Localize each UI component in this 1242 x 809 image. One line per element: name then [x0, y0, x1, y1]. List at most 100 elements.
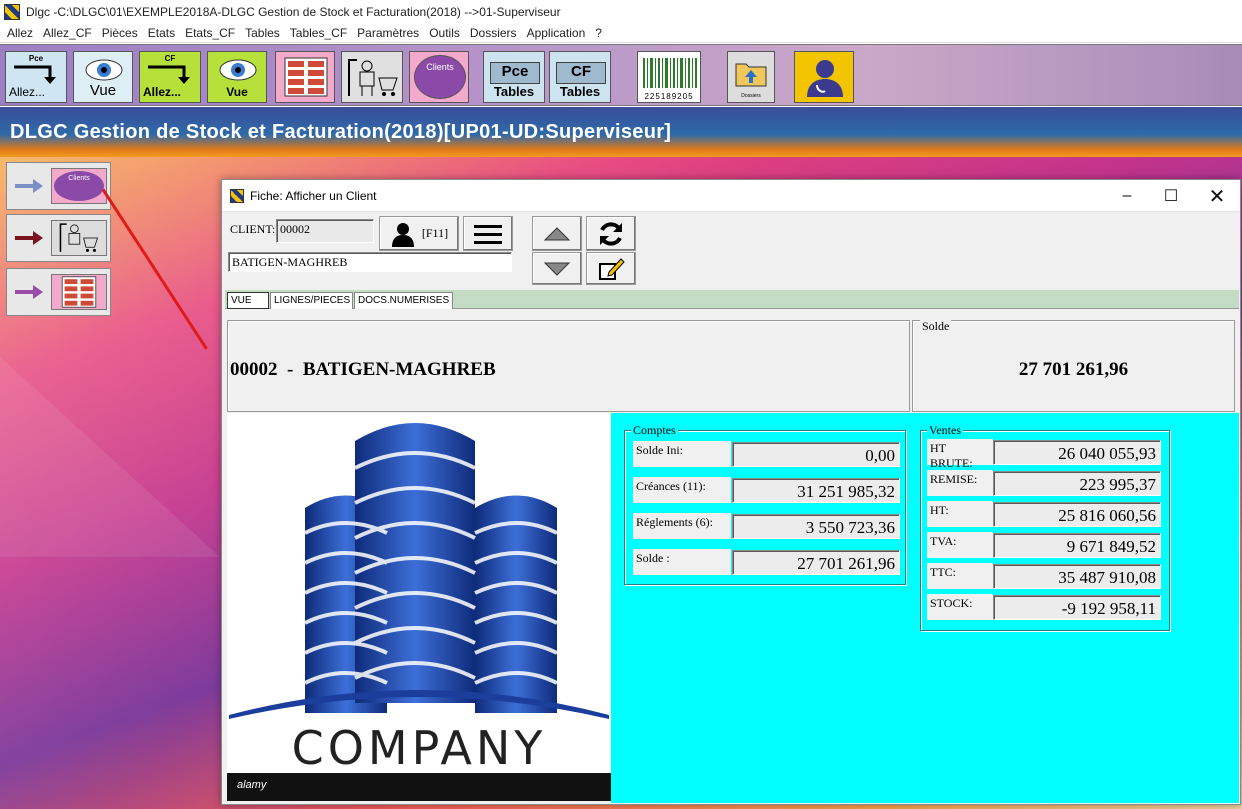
- allez-pieces-button[interactable]: Pce Allez...: [5, 51, 67, 103]
- comptes-value-reglements: 3 550 723,36: [732, 514, 900, 539]
- app-icon: [4, 3, 20, 20]
- arrow-right-icon: [15, 285, 43, 299]
- refresh-button[interactable]: [586, 216, 636, 251]
- ventes-label-ttc: TTC:: [927, 563, 993, 589]
- tab-bar: VUE LIGNES/PIECES DOCS.NUMERISES: [225, 290, 1239, 309]
- toolbar: Pce Allez... Vue CF Allez... Vue Clients…: [0, 44, 1242, 106]
- ventes-value-ttc: 35 487 910,08: [993, 564, 1161, 589]
- ventes-label-ht-brute: HT BRUTE:: [927, 439, 993, 470]
- menu-tables-cf[interactable]: Tables_CF: [285, 26, 352, 40]
- arrow-down-right-icon: [14, 65, 56, 84]
- f11-label: [F11]: [421, 226, 449, 240]
- arrow-right-icon: [15, 179, 43, 193]
- barcode-icon: [643, 58, 697, 88]
- menu-etats[interactable]: Etats: [143, 26, 180, 40]
- client-label: CLIENT:: [230, 222, 276, 236]
- background-facet: [0, 357, 220, 557]
- dossiers-button[interactable]: Dossiers: [727, 51, 775, 103]
- tables-grid-button[interactable]: [275, 51, 335, 103]
- menu-allez-cf[interactable]: Allez_CF: [38, 26, 97, 40]
- side-clients-button[interactable]: Clients: [6, 162, 111, 210]
- tab-docs-numerises[interactable]: DOCS.NUMERISES: [354, 292, 453, 309]
- ventes-group: Ventes HT BRUTE: 26 040 055,93 REMISE: 2…: [920, 423, 1170, 631]
- cf-tables-button[interactable]: CF Tables: [549, 51, 611, 103]
- ventes-value-tva: 9 671 849,52: [993, 533, 1161, 558]
- tab-vue[interactable]: VUE: [227, 292, 269, 309]
- solde-legend: Solde: [920, 319, 952, 334]
- next-record-button[interactable]: [532, 252, 582, 285]
- doctor-user-icon: [807, 60, 843, 97]
- menu-application[interactable]: Application: [522, 26, 591, 40]
- side-fournisseur-button[interactable]: [6, 214, 111, 262]
- allez-pieces-sublabel: Pce: [28, 54, 44, 63]
- ventes-value-remise: 223 995,37: [993, 471, 1161, 496]
- fournisseur-caddy-button[interactable]: [341, 51, 403, 103]
- header-title: DLGC Gestion de Stock et Facturation(201…: [10, 121, 672, 143]
- menu-button[interactable]: [463, 216, 513, 251]
- refresh-icon: [600, 221, 622, 246]
- menu-outils[interactable]: Outils: [424, 26, 465, 40]
- client-code-field[interactable]: 00002: [276, 219, 374, 243]
- menu-tables[interactable]: Tables: [240, 26, 285, 40]
- stats-area: Comptes Solde Ini: 0,00 Créances (11): 3…: [611, 413, 1239, 803]
- comptes-label-solde: Solde :: [633, 549, 731, 575]
- eye-icon: [219, 59, 257, 81]
- maximize-icon[interactable]: ☐: [1148, 180, 1194, 212]
- table-grid-icon: [284, 57, 328, 97]
- ventes-label-stock: STOCK:: [927, 594, 993, 620]
- comptes-label-creances: Créances (11):: [633, 477, 731, 503]
- clients-thumb-label: Clients: [54, 171, 104, 201]
- tab-lignes-pieces[interactable]: LIGNES/PIECES: [270, 292, 353, 309]
- person-cart-thumb: [51, 220, 107, 256]
- minimize-icon[interactable]: –: [1104, 180, 1150, 212]
- pce-tables-button[interactable]: Pce Tables: [483, 51, 545, 103]
- app-title-bar: Dlgc -C:\DLGC\01\EXEMPLE2018A-DLGC Gesti…: [0, 0, 1242, 23]
- folder-upload-icon: [735, 63, 767, 87]
- menu-dossiers[interactable]: Dossiers: [465, 26, 522, 40]
- hamburger-menu-icon: [474, 224, 502, 244]
- ventes-legend: Ventes: [927, 423, 963, 438]
- side-tables-button[interactable]: [6, 268, 111, 316]
- ventes-label-remise: REMISE:: [927, 470, 993, 496]
- barcode-button[interactable]: 225189205: [637, 51, 701, 103]
- ventes-value-ht: 25 816 060,56: [993, 502, 1161, 527]
- menu-etats-cf[interactable]: Etats_CF: [180, 26, 240, 40]
- comptes-value-solde: 27 701 261,96: [732, 550, 900, 575]
- close-icon[interactable]: ✕: [1194, 180, 1240, 212]
- user-profile-button[interactable]: [794, 51, 854, 103]
- ventes-label-ht: HT:: [927, 501, 993, 527]
- comptes-label-solde-ini: Solde Ini:: [633, 441, 731, 467]
- menu-parametres[interactable]: Paramètres: [352, 26, 424, 40]
- arrow-right-icon: [15, 231, 43, 245]
- table-grid-icon: [61, 276, 97, 308]
- client-dialog: Fiche: Afficher un Client – ☐ ✕ CLIENT: …: [221, 179, 1241, 805]
- menu-pieces[interactable]: Pièces: [97, 26, 143, 40]
- menu-allez[interactable]: Allez: [2, 26, 38, 40]
- logo-watermark: alamy: [237, 779, 267, 791]
- client-logo-image: COMPANY alamy: [227, 413, 611, 801]
- dialog-title-bar: Fiche: Afficher un Client: [222, 180, 1240, 212]
- clients-thumb: Clients: [51, 168, 107, 204]
- comptes-value-creances: 31 251 985,32: [732, 478, 900, 503]
- menu-help[interactable]: ?: [590, 26, 607, 40]
- allez-cf-button[interactable]: CF Allez...: [139, 51, 201, 103]
- previous-record-button[interactable]: [532, 216, 582, 251]
- edit-button[interactable]: [586, 252, 636, 285]
- cf-tables-top: CF: [556, 62, 606, 84]
- comptes-legend: Comptes: [631, 423, 678, 438]
- app-title: Dlgc -C:\DLGC\01\EXEMPLE2018A-DLGC Gesti…: [26, 4, 561, 19]
- client-name-field[interactable]: BATIGEN-MAGHREB: [228, 252, 512, 272]
- person-cart-icon: [348, 59, 398, 96]
- arrow-up-icon: [543, 226, 571, 240]
- vue-cf-button[interactable]: Vue: [207, 51, 267, 103]
- clients-icon: Clients: [414, 55, 466, 99]
- comptes-group: Comptes Solde Ini: 0,00 Créances (11): 3…: [624, 423, 906, 585]
- person-cart-icon: [59, 223, 99, 252]
- vue-pieces-button[interactable]: Vue: [73, 51, 133, 103]
- comptes-value-solde-ini: 0,00: [732, 442, 900, 467]
- solde-value: 27 701 261,96: [1018, 359, 1129, 380]
- allez-cf-sublabel: CF: [164, 54, 176, 63]
- clients-button[interactable]: Clients: [409, 51, 469, 103]
- client-search-button[interactable]: [F11]: [379, 216, 459, 251]
- client-header-panel: 00002 - BATIGEN-MAGHREB: [227, 320, 910, 412]
